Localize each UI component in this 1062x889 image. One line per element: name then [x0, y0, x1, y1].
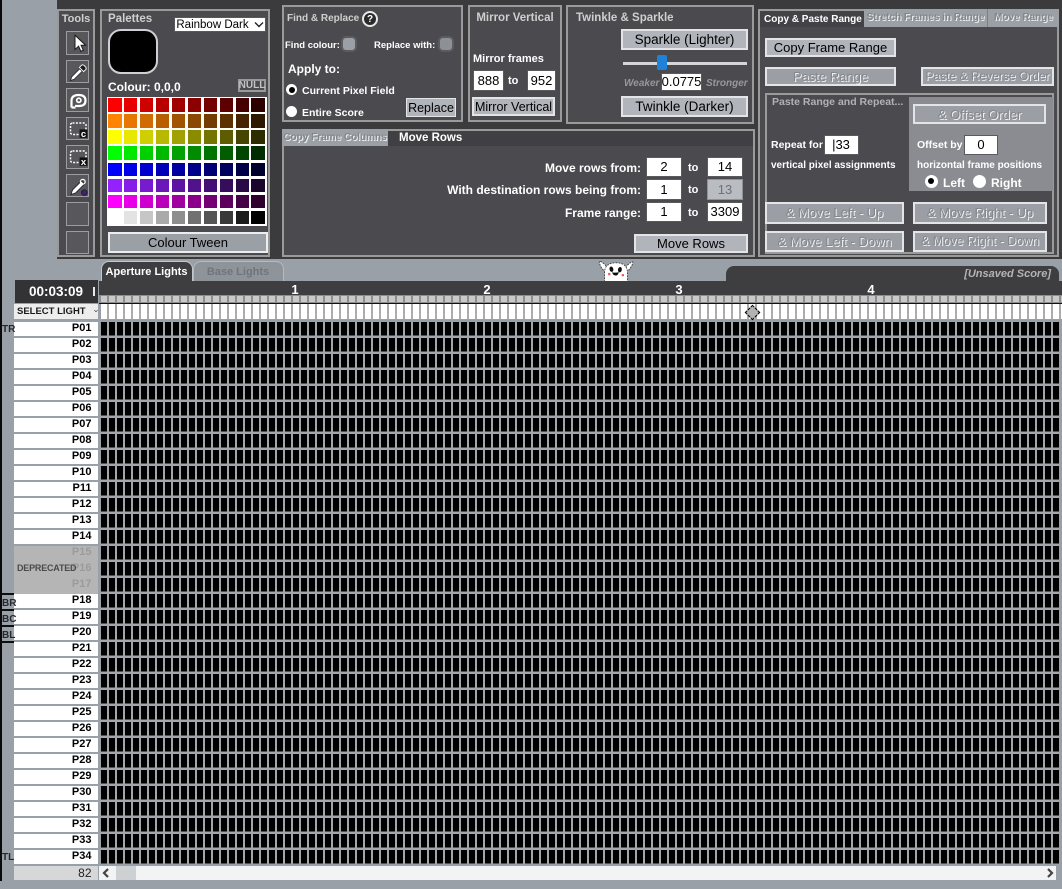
svg-text:x: x: [81, 157, 87, 168]
svg-text:c: c: [81, 129, 86, 140]
